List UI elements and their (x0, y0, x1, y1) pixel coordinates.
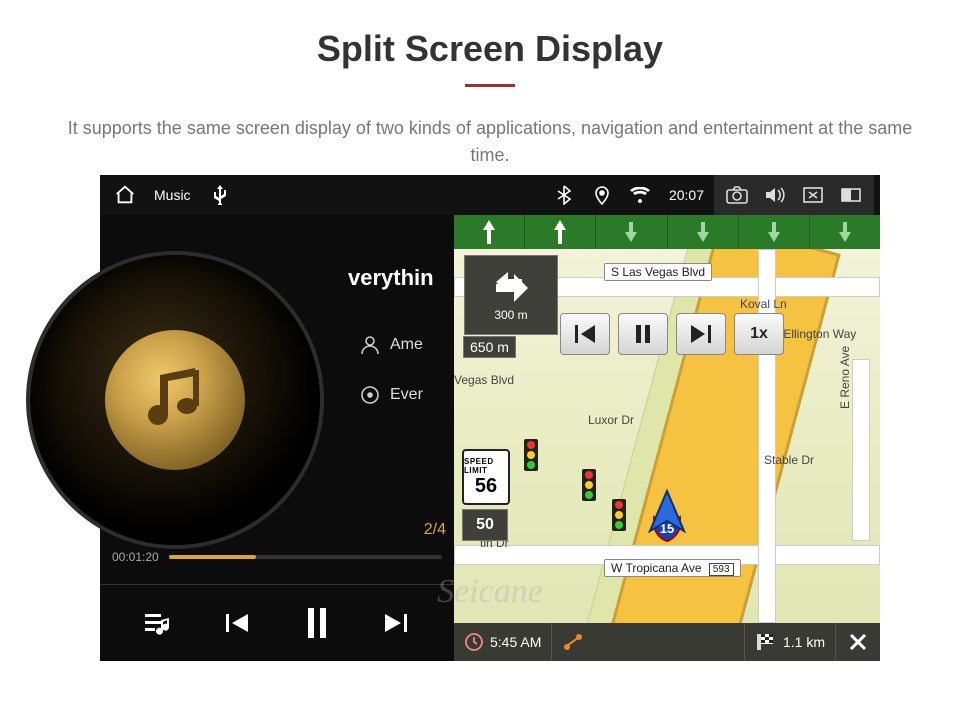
traffic-light-icon (524, 439, 538, 471)
progress-row: 00:01:20 (112, 550, 442, 564)
status-bar: Music 20:07 (100, 175, 880, 215)
progress-fill (169, 555, 256, 559)
playlist-button[interactable] (136, 601, 180, 645)
remaining-distance: 1.1 km (783, 634, 825, 650)
album-art (105, 330, 245, 470)
bluetooth-icon (551, 182, 577, 208)
music-notes-icon (135, 360, 215, 440)
vehicle-position-icon (644, 489, 690, 535)
usb-icon (207, 182, 233, 208)
wifi-icon (627, 182, 653, 208)
artist-row: Ame (360, 335, 454, 355)
turn-left-icon (492, 268, 530, 306)
lane-straight (454, 215, 524, 249)
route-options-icon (562, 632, 584, 652)
current-speed: 50 (462, 509, 508, 541)
tropicana-text: W Tropicana Ave (611, 561, 702, 575)
traffic-light-icon (582, 469, 596, 501)
split-screen-icon[interactable] (838, 182, 864, 208)
lane-arrow-down (809, 215, 880, 249)
map-canvas[interactable]: S Las Vegas Blvd Koval Ln Duke Ellington… (454, 249, 880, 623)
artist-name: Ame (390, 336, 423, 354)
remaining-distance-cell[interactable]: 1.1 km (744, 623, 835, 661)
street-reno: E Reno Ave (838, 346, 852, 409)
lane-arrow-down (595, 215, 666, 249)
turn-distance-total: 650 m (463, 336, 516, 358)
close-app-icon[interactable] (800, 182, 826, 208)
sim-speed-button[interactable]: 1x (734, 313, 784, 355)
camera-icon[interactable] (724, 182, 750, 208)
device-frame: Music 20:07 (100, 175, 880, 661)
disc-icon (360, 385, 380, 405)
speed-limit-value: 56 (475, 475, 497, 498)
sim-next-button[interactable] (676, 313, 726, 355)
album-name: Ever (390, 386, 423, 404)
street-stable: Stable Dr (764, 453, 814, 467)
street-vegas: Vegas Blvd (454, 373, 514, 387)
clock-icon (464, 632, 484, 652)
home-icon[interactable] (112, 182, 138, 208)
statusbar-time: 20:07 (669, 187, 704, 203)
page-subtitle: It supports the same screen display of t… (60, 115, 920, 169)
pause-button[interactable] (295, 601, 339, 645)
destination-flag-icon (755, 632, 777, 652)
navigation-pane: S Las Vegas Blvd Koval Ln Duke Ellington… (454, 215, 880, 661)
route-ref: 593 (709, 563, 734, 576)
traffic-light-icon (612, 499, 626, 531)
street-koval: Koval Ln (740, 297, 787, 311)
page-title: Split Screen Display (0, 28, 980, 70)
sim-prev-button[interactable] (560, 313, 610, 355)
volume-icon[interactable] (762, 182, 788, 208)
route-options-cell[interactable] (551, 623, 594, 661)
turn-distance-next: 300 m (494, 308, 527, 322)
next-button[interactable] (374, 601, 418, 645)
road-reno (852, 359, 870, 541)
simulation-controls: 1x (560, 313, 784, 355)
track-index: 2/4 (424, 521, 446, 539)
eta-value: 5:45 AM (490, 634, 541, 650)
music-pane: verythin Ame Ever 2/4 00:01:20 (100, 215, 454, 661)
statusbar-app-label: Music (154, 187, 191, 203)
lane-arrow-down (667, 215, 738, 249)
street-luxor: Luxor Dr (588, 413, 634, 427)
progress-bar[interactable] (169, 555, 442, 559)
track-title: verythin (348, 265, 454, 291)
elapsed-time: 00:01:20 (112, 550, 159, 564)
person-icon (360, 335, 380, 355)
speed-limit-label: SPEED LIMIT (464, 457, 508, 475)
street-label-tropicana: W Tropicana Ave 593 (604, 559, 741, 577)
title-underline (465, 84, 515, 87)
album-disc (30, 255, 320, 545)
album-row: Ever (360, 385, 454, 405)
lane-straight (524, 215, 595, 249)
nav-close-button[interactable] (835, 623, 880, 661)
location-icon (589, 182, 615, 208)
speed-limit-sign: SPEED LIMIT 56 (462, 449, 510, 505)
nav-bottom-bar: 5:45 AM 1.1 km (454, 623, 880, 661)
lane-arrow-down (738, 215, 809, 249)
music-controls (100, 584, 454, 661)
street-label-lasvegas: S Las Vegas Blvd (604, 263, 712, 281)
turn-instruction: 300 m 650 m (464, 255, 558, 335)
sim-pause-button[interactable] (618, 313, 668, 355)
lane-guidance-bar (454, 215, 880, 249)
statusbar-right-controls (714, 175, 874, 215)
previous-button[interactable] (215, 601, 259, 645)
close-icon (848, 632, 868, 652)
eta-cell[interactable]: 5:45 AM (454, 623, 551, 661)
